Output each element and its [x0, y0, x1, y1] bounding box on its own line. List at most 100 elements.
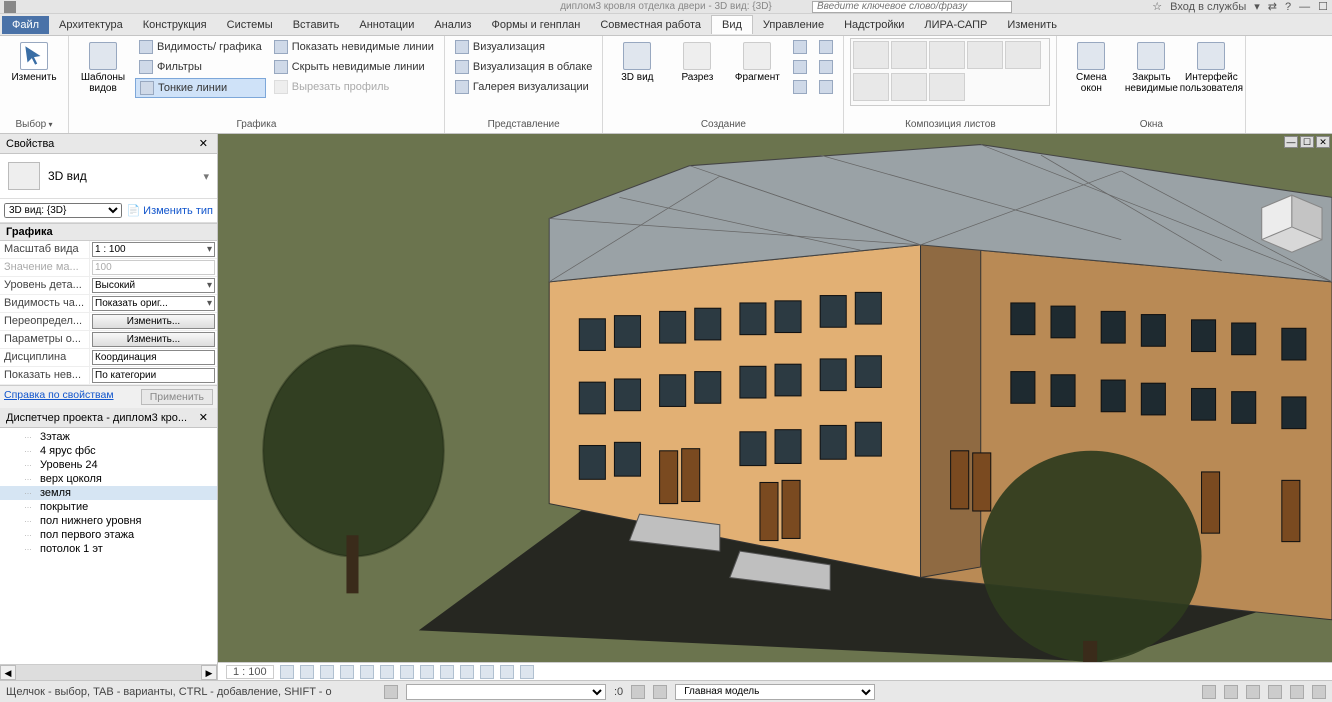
tab-lira[interactable]: ЛИРА-САПР [914, 16, 997, 34]
lock-3d-icon[interactable] [420, 665, 434, 679]
sheet-thumb[interactable] [967, 41, 1003, 69]
elev-button[interactable] [789, 58, 811, 76]
sheet-thumb[interactable] [891, 73, 927, 101]
tab-manage[interactable]: Управление [753, 16, 834, 34]
crop-icon[interactable] [380, 665, 394, 679]
3d-view-button[interactable]: 3D вид [609, 38, 665, 87]
apply-button[interactable]: Применить [141, 389, 213, 405]
status-combo-1[interactable] [406, 684, 606, 700]
user-interface-button[interactable]: Интерфейс пользователя [1183, 38, 1239, 98]
sheet-thumb[interactable] [853, 73, 889, 101]
render-button[interactable]: Визуализация [451, 38, 597, 56]
panel-select[interactable]: Выбор [6, 117, 62, 133]
sheet-thumb[interactable] [891, 41, 927, 69]
select-face-icon[interactable] [1268, 685, 1282, 699]
legend-button[interactable] [815, 58, 837, 76]
status-tool-icon[interactable] [384, 685, 398, 699]
thin-lines-button[interactable]: Тонкие линии [135, 78, 266, 98]
group-graphics[interactable]: Графика [0, 223, 217, 241]
section-button[interactable]: Разрез [669, 38, 725, 87]
status-combo-model[interactable]: Главная модель [675, 684, 875, 700]
shadows-icon[interactable] [340, 665, 354, 679]
prop-disc-value[interactable]: Координация [92, 350, 215, 365]
status-exclude-icon[interactable] [653, 685, 667, 699]
modify-button[interactable]: Изменить [6, 38, 62, 87]
scroll-right-icon[interactable]: ▶ [201, 665, 217, 680]
render-cloud-button[interactable]: Визуализация в облаке [451, 58, 597, 76]
tab-collab[interactable]: Совместная работа [590, 16, 711, 34]
crop-region-icon[interactable] [400, 665, 414, 679]
tree-item[interactable]: покрытие [0, 500, 217, 514]
view-scale[interactable]: 1 : 100 [226, 665, 274, 679]
select-pinned-icon[interactable] [1246, 685, 1260, 699]
tree-item[interactable]: верх цоколя [0, 472, 217, 486]
close-hidden-button[interactable]: Закрыть невидимые [1123, 38, 1179, 98]
view-maximize-icon[interactable]: ☐ [1300, 136, 1314, 148]
sheet-thumb[interactable] [853, 41, 889, 69]
prop-showh-value[interactable]: По категории [92, 368, 215, 383]
view-close-icon[interactable]: ✕ [1316, 136, 1330, 148]
hide-hidden-button[interactable]: Скрыть невидимые линии [270, 58, 438, 76]
visibility-graphics-button[interactable]: Видимость/ графика [135, 38, 266, 56]
properties-help-link[interactable]: Справка по свойствам [4, 389, 114, 405]
detail-level-icon[interactable] [280, 665, 294, 679]
reveal-hidden-icon[interactable] [460, 665, 474, 679]
constraints-icon[interactable] [520, 665, 534, 679]
exchange-icon[interactable]: ⇄ [1268, 0, 1277, 13]
prop-params-button[interactable]: Изменить... [92, 332, 215, 347]
sheet-thumb[interactable] [929, 41, 965, 69]
login-link[interactable]: Вход в службы [1170, 1, 1246, 13]
tab-architecture[interactable]: Архитектура [49, 16, 133, 34]
tab-file[interactable]: Файл [2, 16, 49, 34]
prop-scale-value[interactable]: 1 : 100 [92, 242, 215, 257]
tab-annotate[interactable]: Аннотации [349, 16, 424, 34]
tab-systems[interactable]: Системы [217, 16, 283, 34]
scroll-left-icon[interactable]: ◀ [0, 665, 16, 680]
tree-item[interactable]: пол первого этажа [0, 528, 217, 542]
prop-override-button[interactable]: Изменить... [92, 314, 215, 329]
tab-view[interactable]: Вид [711, 15, 753, 34]
sched-button[interactable] [815, 78, 837, 96]
browser-tree[interactable]: 3этаж 4 ярус фбс Уровень 24 верх цоколя … [0, 428, 217, 664]
help-icon[interactable]: ? [1285, 1, 1291, 13]
rendering-icon[interactable] [360, 665, 374, 679]
plan-button[interactable] [789, 38, 811, 56]
tab-insert[interactable]: Вставить [283, 16, 350, 34]
sun-path-icon[interactable] [320, 665, 334, 679]
tree-item[interactable]: пол нижнего уровня [0, 514, 217, 528]
view-instance-selector[interactable]: 3D вид: {3D} [4, 203, 122, 218]
sheet-gallery[interactable] [850, 38, 1050, 106]
type-selector[interactable]: 3D вид ▾ [0, 154, 217, 199]
viewport[interactable]: — ☐ ✕ [218, 134, 1332, 662]
status-design-options-icon[interactable] [631, 685, 645, 699]
tree-item[interactable]: 4 ярус фбс [0, 444, 217, 458]
tree-item[interactable]: потолок 1 эт [0, 542, 217, 556]
hide-isolate-icon[interactable] [440, 665, 454, 679]
model-canvas[interactable] [218, 134, 1332, 662]
tab-analyze[interactable]: Анализ [424, 16, 481, 34]
sheet-thumb[interactable] [1005, 41, 1041, 69]
tab-addins[interactable]: Надстройки [834, 16, 914, 34]
browser-close-icon[interactable]: ✕ [196, 411, 211, 424]
tree-item[interactable]: 3этаж [0, 430, 217, 444]
prop-detail-value[interactable]: Высокий [92, 278, 215, 293]
filter-icon[interactable] [1312, 685, 1326, 699]
login-dropdown-icon[interactable]: ▾ [1254, 0, 1260, 13]
left-hscroll[interactable]: ◀ ▶ [0, 664, 217, 680]
tree-item-selected[interactable]: земля [0, 486, 217, 500]
search-input[interactable] [812, 1, 1012, 13]
show-hidden-button[interactable]: Показать невидимые линии [270, 38, 438, 56]
tab-modify[interactable]: Изменить [997, 16, 1067, 34]
app-menu-icon[interactable] [4, 1, 16, 13]
dup-button[interactable] [815, 38, 837, 56]
switch-windows-button[interactable]: Смена окон [1063, 38, 1119, 98]
worksharing-icon[interactable] [480, 665, 494, 679]
callout-button[interactable]: Фрагмент [729, 38, 785, 87]
drag-elements-icon[interactable] [1290, 685, 1304, 699]
tree-item[interactable]: Уровень 24 [0, 458, 217, 472]
draft-button[interactable] [789, 78, 811, 96]
maximize-icon[interactable]: ☐ [1318, 0, 1328, 13]
sheet-thumb[interactable] [929, 73, 965, 101]
properties-close-icon[interactable]: ✕ [196, 137, 211, 150]
tab-massing[interactable]: Формы и генплан [481, 16, 590, 34]
